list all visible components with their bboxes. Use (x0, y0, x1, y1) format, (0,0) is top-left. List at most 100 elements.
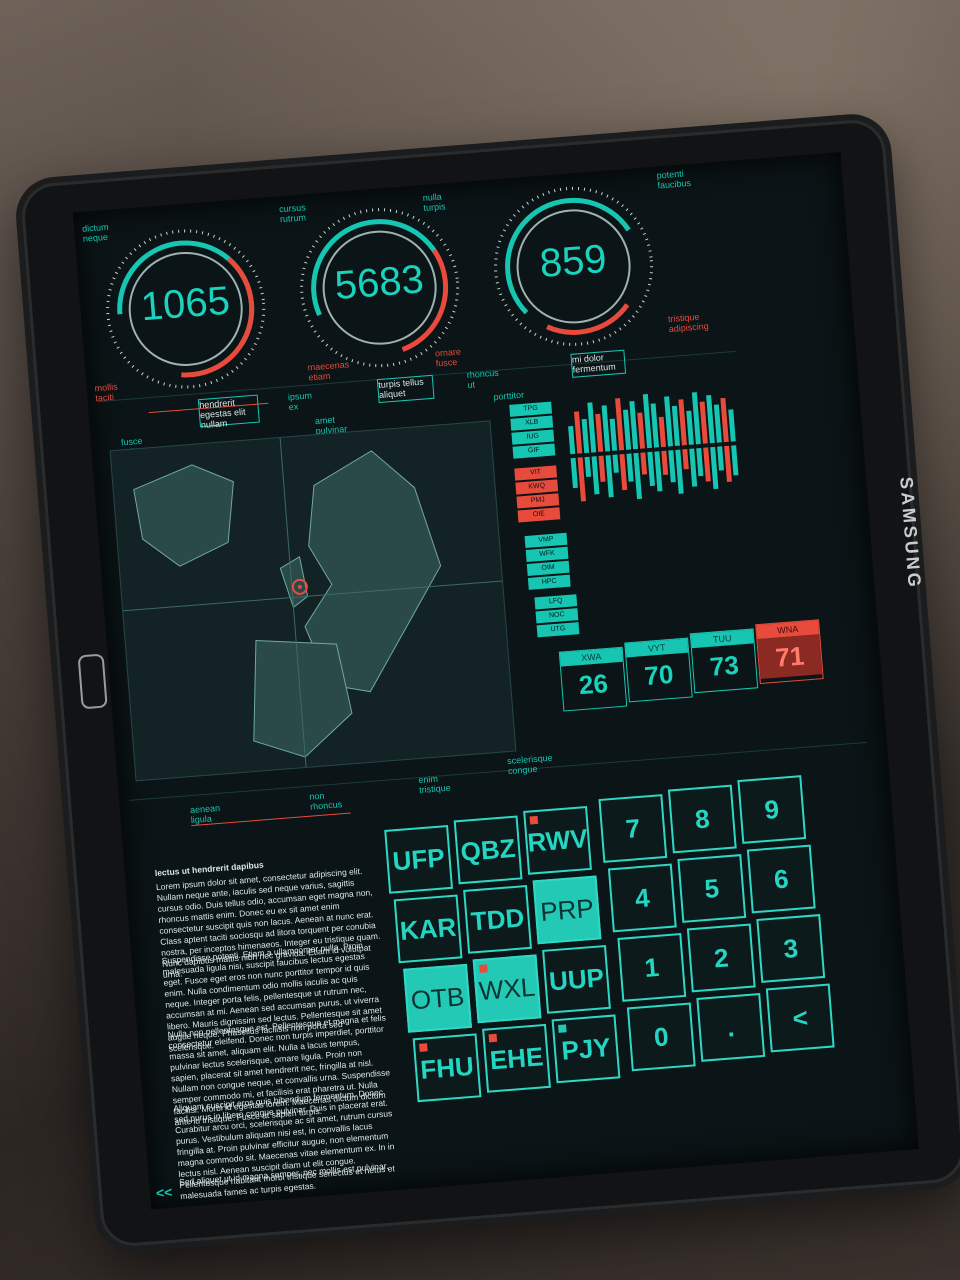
key-decimal[interactable]: . (696, 992, 766, 1062)
gauge-1-label-top: dictum neque (81, 221, 109, 244)
key-tdd[interactable]: TDD (463, 884, 532, 954)
key-1[interactable]: 1 (617, 933, 687, 1002)
key-pjy[interactable]: PJY (551, 1014, 621, 1084)
key-label: RWV (526, 822, 589, 858)
key-kar[interactable]: KAR (393, 894, 463, 964)
stat-tab[interactable]: HPC (527, 574, 571, 590)
kpi-card[interactable]: XWA 26 (558, 646, 628, 712)
gauge-3-label-bottom-right: tristique adipiscing (667, 311, 710, 335)
connector-label-scelerisque: scelerisque congue (506, 752, 553, 777)
key-label: QBZ (459, 832, 517, 867)
europe-map (109, 420, 517, 782)
key-label: 2 (712, 941, 730, 973)
key-label: 1 (643, 951, 661, 983)
connector-label-porttitor: porttitor (493, 389, 525, 403)
connector-label-non: non rhoncus (308, 790, 343, 812)
stat-tab[interactable]: OIM (526, 560, 570, 576)
stat-tab[interactable]: GIF (512, 443, 556, 459)
connector-label-ipsum: ipsum ex (287, 390, 313, 413)
key-label: WXL (477, 971, 537, 1006)
alert-flag-icon (419, 1043, 428, 1052)
key-3[interactable]: 3 (756, 914, 826, 983)
stat-tab[interactable]: VIT (514, 465, 558, 481)
key-8[interactable]: 8 (667, 784, 737, 854)
key-4[interactable]: 4 (607, 863, 677, 933)
key-wxl[interactable]: WXL (472, 954, 542, 1024)
gauge-2-label-bottom-right: ornare fusce (434, 346, 462, 369)
kpi-card-alert[interactable]: WNA 71 (755, 619, 824, 685)
alert-flag-icon (479, 964, 488, 973)
stat-tab[interactable]: VMP (524, 532, 568, 549)
key-qbz[interactable]: QBZ (453, 815, 523, 885)
key-5[interactable]: 5 (677, 854, 747, 923)
key-9[interactable]: 9 (737, 775, 807, 844)
key-0[interactable]: 0 (626, 1002, 696, 1072)
connector-label-enim: enim tristique (418, 773, 451, 796)
kpi-value: 73 (708, 649, 740, 682)
stat-tab[interactable]: TPG (509, 401, 553, 417)
key-label: PRP (539, 892, 595, 927)
key-label: 0 (652, 1020, 670, 1052)
gauge-2-label-bottom: maecenas etiam (307, 359, 350, 383)
key-label: EHE (488, 1040, 545, 1075)
tablet-device: SAMSUNG 1065 dictum neque mollis taciti … (19, 117, 960, 1249)
key-label: FHU (419, 1050, 475, 1085)
key-rwv[interactable]: RWV (523, 806, 592, 875)
gauge-3-label-top-right: potenti faucibus (656, 168, 692, 191)
key-label: UFP (391, 841, 446, 876)
back-button[interactable]: << (155, 1184, 173, 1201)
key-ufp[interactable]: UFP (384, 824, 454, 894)
connector-label-rhoncus: rhoncus ut (466, 367, 500, 391)
bar-histogram (568, 392, 739, 502)
home-button[interactable] (77, 653, 108, 710)
key-label: 5 (703, 872, 721, 904)
kpi-card[interactable]: TUU 73 (689, 628, 759, 694)
stat-tab[interactable]: IUG (511, 429, 555, 445)
connector-box-3: mi dolor fermentum (570, 349, 627, 378)
key-label: TDD (469, 901, 526, 936)
stat-tab[interactable]: XLB (510, 415, 554, 431)
kpi-value: 71 (757, 634, 823, 679)
key-2[interactable]: 2 (686, 923, 756, 993)
gauge-2-label-top: cursus rutrum (278, 202, 307, 225)
key-label: . (725, 1011, 736, 1043)
key-label: UUP (547, 961, 606, 996)
key-fhu[interactable]: FHU (412, 1033, 482, 1103)
kpi-card[interactable]: VYT 70 (624, 637, 693, 703)
key-label: 7 (624, 812, 642, 844)
key-6[interactable]: 6 (746, 844, 816, 914)
key-prp[interactable]: PRP (532, 875, 602, 945)
key-label: PJY (560, 1031, 612, 1066)
key-backspace[interactable]: < (765, 983, 835, 1053)
kpi-value: 26 (577, 668, 609, 701)
key-label: 3 (782, 932, 800, 964)
connector-label-aenean: aenean ligula (189, 802, 221, 826)
kpi-value: 70 (643, 658, 675, 692)
key-label: 6 (772, 862, 790, 895)
stat-tab[interactable]: UTG (536, 622, 580, 638)
connector-box-2: turpis tellus aliquet (376, 374, 435, 404)
stat-tab[interactable]: PMJ (516, 493, 560, 509)
alert-flag-icon (488, 1033, 498, 1043)
gauge-3: 859 (482, 175, 665, 358)
key-label: 4 (633, 881, 651, 913)
stat-tab[interactable]: NOC (535, 608, 579, 624)
stat-tab[interactable]: LFQ (534, 594, 578, 610)
key-uup[interactable]: UUP (542, 944, 611, 1014)
connector-box-1: hendrerit egestas elit nullam (197, 394, 260, 430)
alert-flag-icon (529, 815, 539, 825)
key-otb[interactable]: OTB (403, 963, 472, 1033)
key-label: OTB (409, 980, 466, 1015)
key-label: KAR (398, 911, 458, 946)
stat-tab[interactable]: KWQ (515, 479, 559, 495)
status-flag-icon (558, 1024, 567, 1033)
stat-tab[interactable]: OIE (517, 507, 561, 523)
gauge-1: 1065 (94, 218, 277, 401)
gauge-2-label-top-right: nulla turpis (422, 191, 446, 213)
key-label: 9 (763, 793, 781, 825)
key-label: 8 (693, 802, 711, 835)
dashboard-screen: 1065 dictum neque mollis taciti 5683 cur… (72, 152, 919, 1210)
stat-tab[interactable]: WFK (525, 546, 569, 562)
key-ehe[interactable]: EHE (482, 1023, 551, 1093)
key-7[interactable]: 7 (598, 794, 668, 863)
